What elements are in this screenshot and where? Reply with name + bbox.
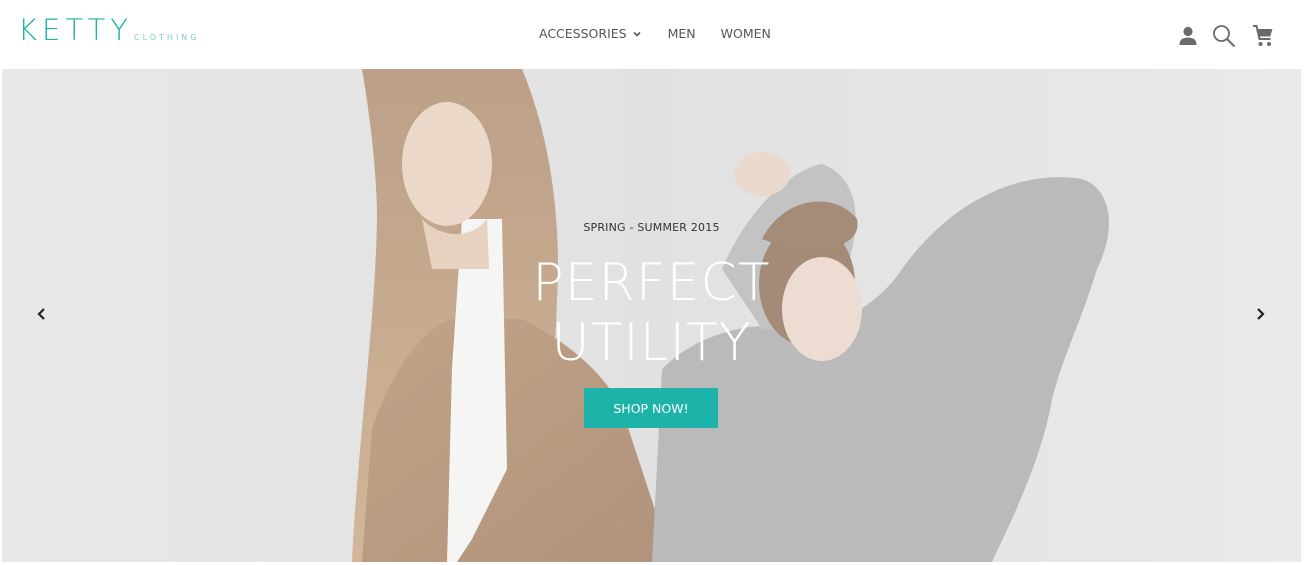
nav-item-label: WOMEN [720,26,771,41]
nav-item-men[interactable]: MEN [668,26,696,41]
cart-icon[interactable] [1252,24,1274,48]
main-nav: ACCESSORIES MEN WOMEN [539,26,796,41]
chevron-down-icon [633,31,641,37]
user-icon[interactable] [1178,25,1198,47]
hero-slider: SPRING - SUMMER 2015 PERFECT UTILITY SHO… [2,69,1301,562]
chevron-right-icon [1257,308,1265,320]
hero-headline: PERFECT UTILITY [2,253,1301,373]
search-icon[interactable] [1212,24,1236,48]
shop-now-button[interactable]: SHOP NOW! [584,388,718,428]
hero-eyebrow: SPRING - SUMMER 2015 [583,221,720,234]
nav-item-label: ACCESSORIES [539,26,627,41]
header-actions [1178,24,1274,48]
site-header: KETTY CLOTHING ACCESSORIES MEN WOMEN [0,0,1306,69]
chevron-left-icon [37,308,45,320]
slider-next-button[interactable] [1250,304,1270,324]
brand-name: KETTY [18,13,133,47]
hero-headline-line2: UTILITY [551,313,752,373]
nav-item-accessories[interactable]: ACCESSORIES [539,26,642,41]
slider-prev-button[interactable] [32,304,52,324]
nav-item-women[interactable]: WOMEN [721,26,771,41]
nav-item-label: MEN [667,26,696,41]
hero-headline-line1: PERFECT [532,253,771,313]
brand-tagline: CLOTHING [133,33,200,42]
brand-logo[interactable]: KETTY CLOTHING [18,14,199,46]
